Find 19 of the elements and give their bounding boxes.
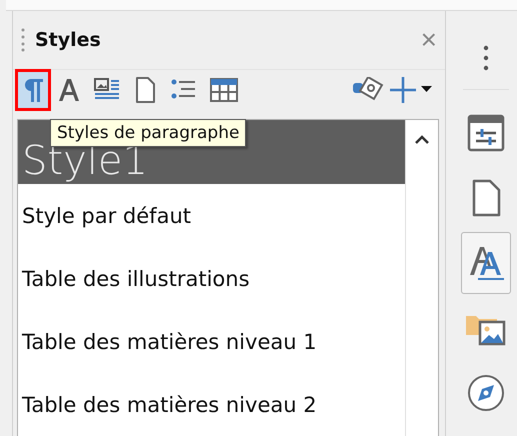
style-list-item[interactable]: Table des illustrations [18,247,405,310]
plus-dropdown-icon [389,75,433,106]
scroll-up-icon[interactable] [414,134,430,144]
letter-a-icon [57,77,81,104]
fill-format-icon[interactable] [351,77,385,104]
sliders-icon [466,113,506,153]
compass-icon [466,373,506,413]
table-icon [209,77,239,104]
style-list-item[interactable]: Table des matières niveau 1 [18,310,405,373]
panel-title: Styles [35,28,101,51]
style-list-item[interactable]: Style par défaut [18,184,405,247]
paragraph-styles-button[interactable] [17,71,49,110]
new-style-button[interactable] [389,75,433,106]
style-list-item[interactable]: Table des matières niveau 2 [18,373,405,436]
tooltip: Styles de paragraphe [50,119,246,147]
styles-deck-button[interactable] [461,232,511,294]
grip-icon[interactable] [21,28,25,52]
more-options-icon[interactable] [483,45,489,71]
page-icon [133,76,157,104]
